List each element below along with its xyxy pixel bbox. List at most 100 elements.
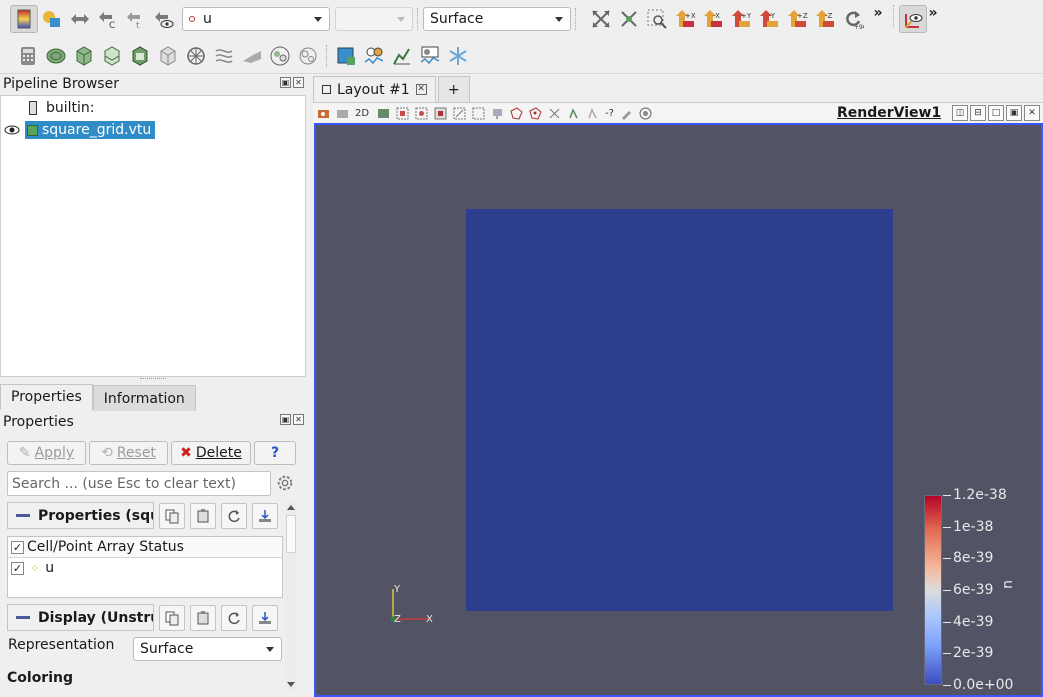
view-minus-y-icon[interactable]: -Y — [755, 5, 783, 33]
scroll-up-icon[interactable] — [287, 505, 295, 510]
search-input[interactable] — [7, 471, 271, 496]
show-orientation-axes-icon[interactable] — [899, 5, 927, 33]
threshold-icon[interactable] — [126, 42, 154, 70]
save-defaults-icon[interactable] — [252, 502, 278, 529]
plot-over-line-icon[interactable] — [332, 42, 360, 70]
reset-camera-icon[interactable] — [587, 5, 615, 33]
close-dock-icon[interactable]: ✕ — [293, 414, 304, 425]
color-array-select[interactable]: u — [182, 7, 330, 31]
probe-location-icon[interactable] — [360, 42, 388, 70]
select-cells-icon[interactable] — [396, 107, 409, 120]
zoom-to-box-icon[interactable] — [643, 5, 671, 33]
pipeline-tree[interactable]: builtin: square_grid.vtu — [0, 95, 306, 377]
toggle-2d-button[interactable]: 2D — [355, 108, 369, 119]
split-vertical-icon[interactable]: ⊟ — [970, 105, 986, 121]
delete-button[interactable]: ✖ Delete — [171, 441, 251, 465]
view-plus-z-icon[interactable]: +Z — [783, 5, 811, 33]
eye-visibility-icon[interactable] — [4, 122, 20, 138]
contour-icon[interactable] — [42, 42, 70, 70]
view-plus-x-icon[interactable]: +X — [671, 5, 699, 33]
split-horizontal-icon[interactable]: ◫ — [952, 105, 968, 121]
extract-subset-icon[interactable] — [154, 42, 182, 70]
snowflake-icon[interactable] — [444, 42, 472, 70]
select-block-icon[interactable] — [453, 107, 466, 120]
display-section-toggle[interactable]: Display (Unstru — [7, 604, 154, 631]
header-checkbox[interactable]: ✓ — [11, 540, 24, 554]
rescale-temporal-icon[interactable]: t — [122, 5, 150, 33]
tree-item-builtin[interactable]: builtin: — [29, 98, 95, 118]
histogram-icon[interactable] — [416, 42, 444, 70]
array-checkbox[interactable]: ✓ — [11, 561, 24, 575]
slice-icon[interactable] — [98, 42, 126, 70]
interactive-select-icon[interactable] — [472, 107, 485, 120]
close-dock-icon[interactable]: ✕ — [293, 77, 304, 88]
zoom-to-data-icon[interactable] — [615, 5, 643, 33]
maximize-icon[interactable]: □ — [988, 105, 1004, 121]
more-toolbar-icon[interactable]: » — [927, 5, 939, 33]
save-defaults-icon[interactable] — [252, 604, 278, 631]
scroll-thumb[interactable] — [286, 515, 296, 553]
apply-button[interactable]: ✎ Apply — [7, 441, 86, 465]
view-plus-y-icon[interactable]: +Y — [727, 5, 755, 33]
rescale-custom-icon[interactable]: C — [94, 5, 122, 33]
tab-layout-1[interactable]: Layout #1 ✕ — [313, 76, 436, 102]
query-icon[interactable]: -? — [605, 108, 614, 119]
render-view-title[interactable]: RenderView1 — [837, 105, 941, 121]
warp-by-vector-icon[interactable] — [238, 42, 266, 70]
restore-defaults-icon[interactable] — [221, 502, 247, 529]
array-row[interactable]: ✓ ⁘ u — [8, 558, 282, 578]
copy-icon[interactable] — [159, 604, 185, 631]
vertical-splitter[interactable] — [307, 74, 313, 697]
edit-icon[interactable] — [620, 107, 633, 120]
rotate-90-icon[interactable]: +90 — [839, 5, 867, 33]
properties-section-toggle[interactable]: Properties (squa — [7, 502, 154, 529]
copy-icon[interactable] — [159, 502, 185, 529]
rescale-visible-icon[interactable] — [150, 5, 178, 33]
render-view[interactable]: Y Z X 1.2e-38 1e-38 8e-39 6e-39 4e-39 2e-39 0.… — [314, 123, 1043, 697]
help-button[interactable]: ? — [254, 441, 296, 465]
splitter-handle[interactable] — [140, 378, 166, 382]
capture-screenshot-icon[interactable] — [317, 107, 330, 120]
add-layout-tab[interactable]: + — [437, 76, 470, 102]
camera-undo-icon[interactable] — [336, 107, 349, 120]
view-minus-x-icon[interactable]: -X — [699, 5, 727, 33]
representation-select[interactable]: Surface — [423, 7, 571, 31]
clear-selection-icon[interactable] — [586, 107, 599, 120]
select-points-icon[interactable] — [415, 107, 428, 120]
float-dock-icon[interactable]: ▣ — [280, 414, 291, 425]
array-status-header[interactable]: ✓ Cell/Point Array Status — [8, 537, 282, 558]
restore-defaults-icon[interactable] — [221, 604, 247, 631]
restore-icon[interactable]: ▣ — [1006, 105, 1022, 121]
tab-information[interactable]: Information — [92, 385, 196, 411]
rescale-range-icon[interactable] — [66, 5, 94, 33]
polygon-select-icon[interactable] — [510, 106, 523, 120]
paste-icon[interactable] — [190, 604, 216, 631]
hover-points-icon[interactable] — [491, 107, 504, 120]
more-toolbar-icon[interactable]: » — [867, 5, 889, 33]
tree-item-square-grid[interactable]: square_grid.vtu — [1, 120, 156, 140]
polygon-select-points-icon[interactable] — [529, 106, 542, 120]
gear-icon[interactable] — [274, 472, 296, 494]
select-frustum-icon[interactable] — [434, 107, 447, 120]
selected-source[interactable]: square_grid.vtu — [25, 121, 156, 139]
view-minus-z-icon[interactable]: -Z — [811, 5, 839, 33]
plot-data-icon[interactable] — [388, 42, 416, 70]
shrink-selection-icon[interactable] — [567, 107, 580, 120]
shapes-icon[interactable] — [38, 5, 66, 33]
close-tab-icon[interactable]: ✕ — [415, 84, 427, 95]
scroll-down-icon[interactable] — [287, 682, 295, 687]
paste-icon[interactable] — [190, 502, 216, 529]
representation-dropdown[interactable]: Surface — [133, 637, 282, 661]
camera-icon[interactable] — [377, 107, 390, 120]
extract-level-icon[interactable] — [294, 42, 322, 70]
stream-tracer-icon[interactable] — [210, 42, 238, 70]
group-datasets-icon[interactable] — [266, 42, 294, 70]
properties-scrollbar[interactable] — [285, 501, 297, 690]
close-view-icon[interactable]: ✕ — [1024, 105, 1040, 121]
glyph-icon[interactable] — [182, 42, 210, 70]
calculator-icon[interactable] — [14, 42, 42, 70]
grow-selection-icon[interactable] — [548, 107, 561, 120]
reset-button[interactable]: ⟲ Reset — [89, 441, 168, 465]
stop-icon[interactable] — [639, 107, 652, 120]
color-map-editor-icon[interactable] — [10, 5, 38, 33]
